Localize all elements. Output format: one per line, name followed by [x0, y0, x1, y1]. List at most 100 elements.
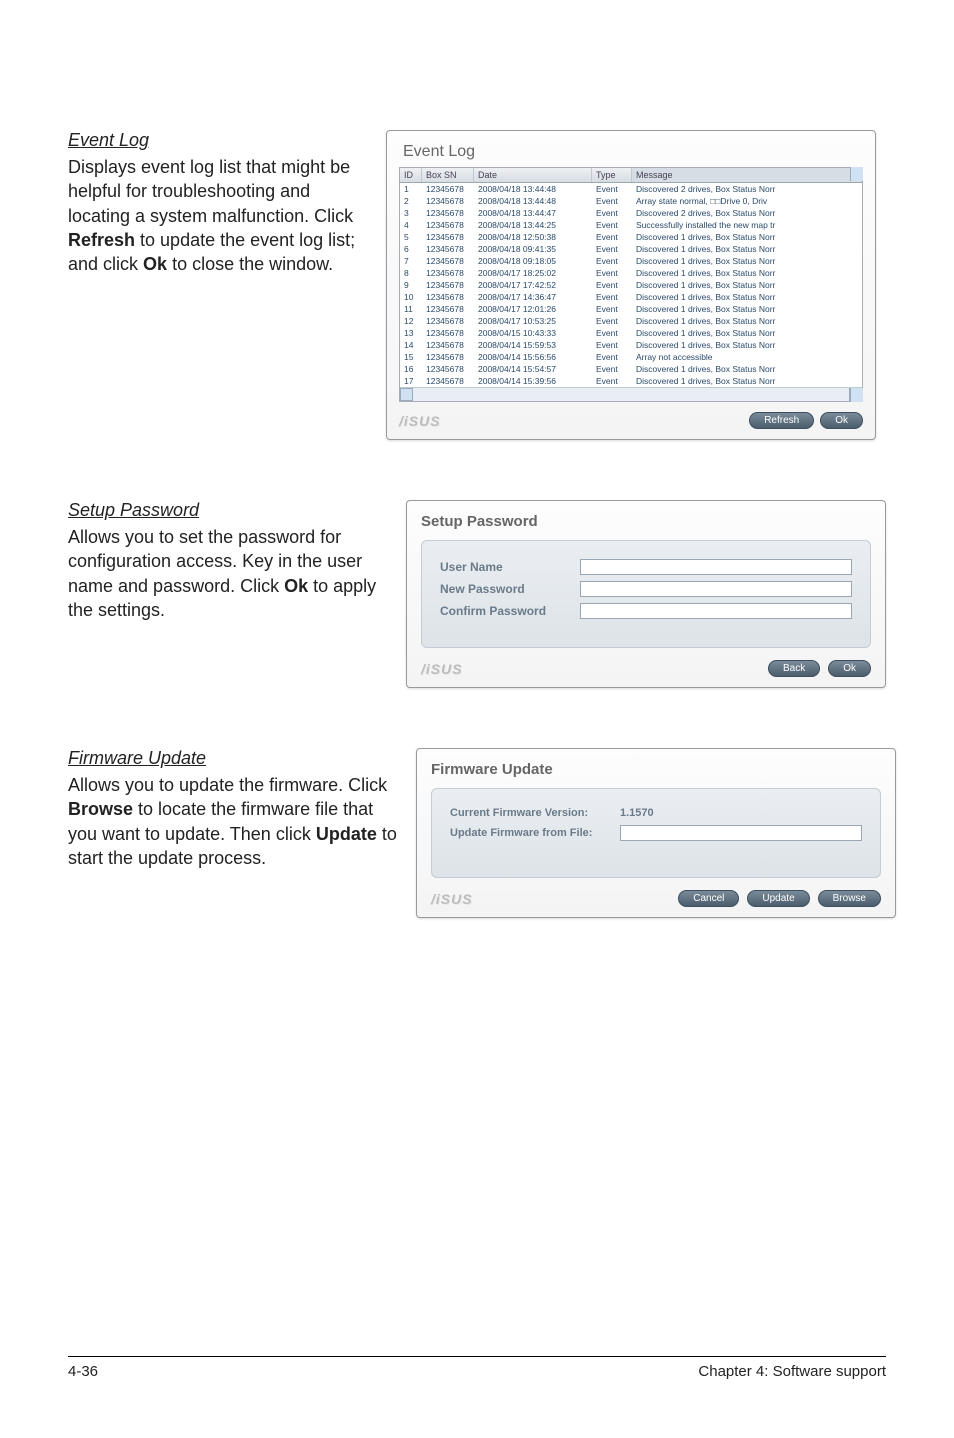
refresh-button[interactable]: Refresh — [749, 412, 814, 429]
event-log-panel: Event Log ID Box SN Date Type Message 11… — [386, 130, 876, 440]
setup-password-body: Allows you to set the password for confi… — [68, 525, 388, 622]
table-row[interactable]: 12123456782008/04/17 10:53:25EventDiscov… — [400, 315, 862, 327]
cell-box-sn: 12345678 — [422, 327, 474, 339]
cell-type: Event — [592, 279, 632, 291]
ok-button[interactable]: Ok — [828, 660, 871, 677]
cell-date: 2008/04/14 15:56:56 — [474, 351, 592, 363]
cell-date: 2008/04/18 13:44:47 — [474, 207, 592, 219]
cell-type: Event — [592, 231, 632, 243]
cell-type: Event — [592, 339, 632, 351]
cell-date: 2008/04/18 09:18:05 — [474, 255, 592, 267]
table-row[interactable]: 5123456782008/04/18 12:50:38EventDiscove… — [400, 231, 862, 243]
scroll-up-icon[interactable] — [850, 167, 863, 181]
cell-message: Array not accessible — [632, 351, 862, 363]
cell-message: Discovered 1 drives, Box Status Norr — [632, 255, 862, 267]
update-bold: Update — [316, 824, 377, 844]
cell-id: 3 — [400, 207, 422, 219]
col-message[interactable]: Message — [632, 168, 862, 182]
cell-id: 14 — [400, 339, 422, 351]
table-row[interactable]: 7123456782008/04/18 09:18:05EventDiscove… — [400, 255, 862, 267]
cell-box-sn: 12345678 — [422, 339, 474, 351]
cell-date: 2008/04/18 12:50:38 — [474, 231, 592, 243]
table-row[interactable]: 11123456782008/04/17 12:01:26EventDiscov… — [400, 303, 862, 315]
asus-logo: /iSUS — [421, 661, 463, 677]
confirm-password-input[interactable] — [580, 603, 852, 619]
table-row[interactable]: 3123456782008/04/18 13:44:47EventDiscove… — [400, 207, 862, 219]
col-box-sn[interactable]: Box SN — [422, 168, 474, 182]
scroll-down-icon[interactable] — [850, 388, 863, 402]
ok-button[interactable]: Ok — [820, 412, 863, 429]
cell-id: 16 — [400, 363, 422, 375]
scroll-left-icon[interactable] — [400, 388, 413, 401]
update-button[interactable]: Update — [747, 890, 809, 907]
current-firmware-value: 1.1570 — [620, 807, 654, 819]
table-row[interactable]: 4123456782008/04/18 13:44:25EventSuccess… — [400, 219, 862, 231]
table-row[interactable]: 1123456782008/04/18 13:44:48EventDiscove… — [400, 183, 862, 195]
cell-date: 2008/04/18 13:44:25 — [474, 219, 592, 231]
cell-date: 2008/04/17 14:36:47 — [474, 291, 592, 303]
refresh-bold: Refresh — [68, 230, 135, 250]
browse-bold: Browse — [68, 799, 133, 819]
table-row[interactable]: 16123456782008/04/14 15:54:57EventDiscov… — [400, 363, 862, 375]
table-row[interactable]: 8123456782008/04/17 18:25:02EventDiscove… — [400, 267, 862, 279]
asus-logo: /iSUS — [399, 413, 441, 429]
cell-type: Event — [592, 363, 632, 375]
user-name-input[interactable] — [580, 559, 852, 575]
cell-id: 7 — [400, 255, 422, 267]
table-row[interactable]: 14123456782008/04/14 15:59:53EventDiscov… — [400, 339, 862, 351]
table-row[interactable]: 2123456782008/04/18 13:44:48EventArray s… — [400, 195, 862, 207]
cell-type: Event — [592, 267, 632, 279]
browse-button[interactable]: Browse — [818, 890, 881, 907]
cell-date: 2008/04/14 15:59:53 — [474, 339, 592, 351]
table-row[interactable]: 9123456782008/04/17 17:42:52EventDiscove… — [400, 279, 862, 291]
table-row[interactable]: 17123456782008/04/14 15:39:56EventDiscov… — [400, 375, 862, 387]
col-type[interactable]: Type — [592, 168, 632, 182]
cell-type: Event — [592, 207, 632, 219]
cell-box-sn: 12345678 — [422, 351, 474, 363]
cell-type: Event — [592, 327, 632, 339]
table-row[interactable]: 15123456782008/04/14 15:56:56EventArray … — [400, 351, 862, 363]
form-area: User Name New Password Confirm Password — [421, 540, 871, 648]
confirm-password-label: Confirm Password — [440, 604, 580, 618]
cell-id: 11 — [400, 303, 422, 315]
cancel-button[interactable]: Cancel — [678, 890, 739, 907]
cell-id: 2 — [400, 195, 422, 207]
cell-date: 2008/04/17 10:53:25 — [474, 315, 592, 327]
firmware-update-heading: Firmware Update — [68, 748, 398, 769]
cell-id: 1 — [400, 183, 422, 195]
cell-message: Discovered 1 drives, Box Status Norr — [632, 303, 862, 315]
cell-box-sn: 12345678 — [422, 315, 474, 327]
cell-type: Event — [592, 291, 632, 303]
table-row[interactable]: 10123456782008/04/17 14:36:47EventDiscov… — [400, 291, 862, 303]
text: Allows you to update the firmware. Click — [68, 775, 387, 795]
cell-type: Event — [592, 243, 632, 255]
cell-message: Discovered 1 drives, Box Status Norr — [632, 327, 862, 339]
table-row[interactable]: 13123456782008/04/15 10:43:33EventDiscov… — [400, 327, 862, 339]
horizontal-scrollbar[interactable] — [400, 387, 862, 401]
cell-id: 4 — [400, 219, 422, 231]
cell-date: 2008/04/18 13:44:48 — [474, 183, 592, 195]
setup-password-panel: Setup Password User Name New Password Co… — [406, 500, 886, 688]
update-from-file-label: Update Firmware from File: — [450, 827, 620, 839]
table-row[interactable]: 6123456782008/04/18 09:41:35EventDiscove… — [400, 243, 862, 255]
table-header-row: ID Box SN Date Type Message — [400, 168, 862, 183]
page-number: 4-36 — [68, 1363, 98, 1380]
cell-message: Discovered 1 drives, Box Status Norr — [632, 339, 862, 351]
new-password-input[interactable] — [580, 581, 852, 597]
event-log-heading: Event Log — [68, 130, 368, 151]
user-name-label: User Name — [440, 560, 580, 574]
cell-date: 2008/04/14 15:54:57 — [474, 363, 592, 375]
cell-date: 2008/04/17 17:42:52 — [474, 279, 592, 291]
cell-message: Array state normal, □□Drive 0, Driv — [632, 195, 862, 207]
cell-date: 2008/04/15 10:43:33 — [474, 327, 592, 339]
form-area: Current Firmware Version: 1.1570 Update … — [431, 788, 881, 878]
firmware-file-input[interactable] — [620, 825, 862, 841]
cell-id: 9 — [400, 279, 422, 291]
text: Displays event log list that might be he… — [68, 157, 353, 226]
col-date[interactable]: Date — [474, 168, 592, 182]
col-id[interactable]: ID — [400, 168, 422, 182]
cell-box-sn: 12345678 — [422, 255, 474, 267]
cell-message: Discovered 1 drives, Box Status Norr — [632, 291, 862, 303]
back-button[interactable]: Back — [768, 660, 820, 677]
cell-type: Event — [592, 219, 632, 231]
